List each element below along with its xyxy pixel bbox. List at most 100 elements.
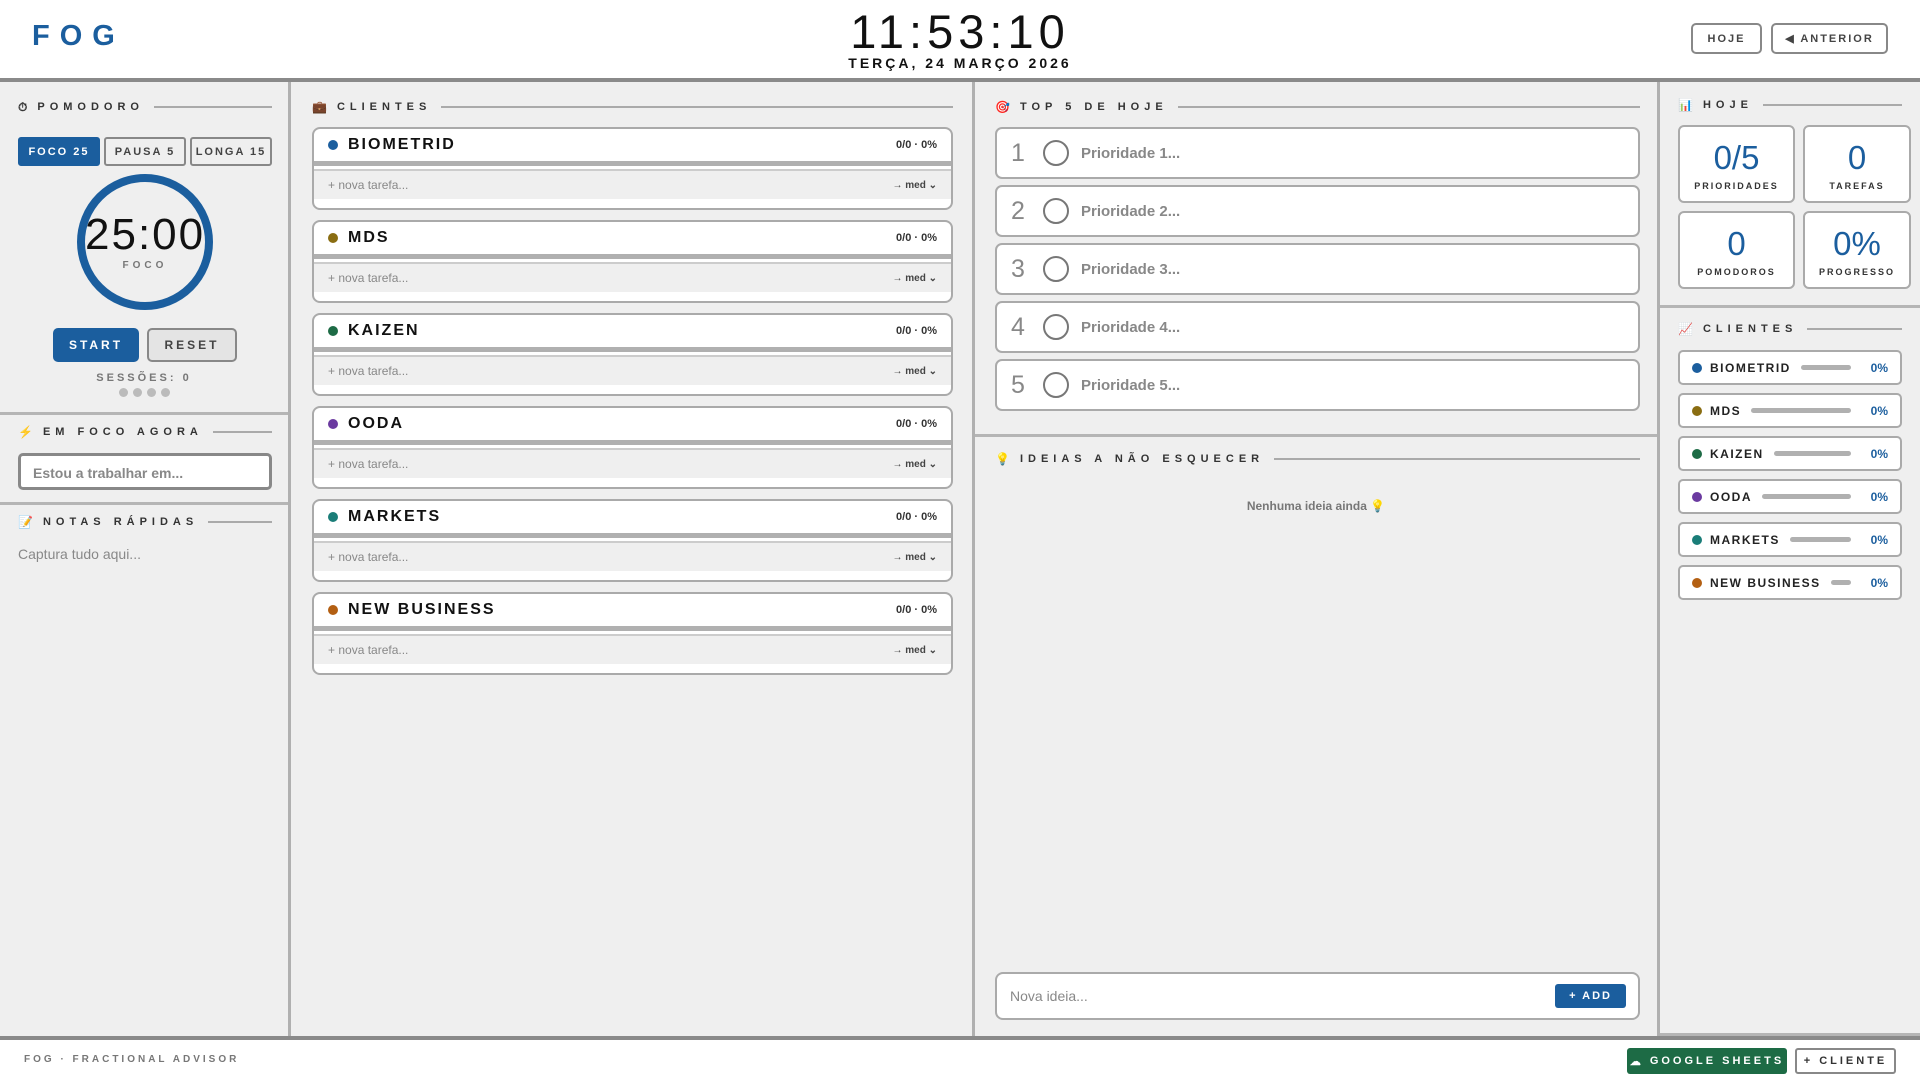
- new-task-input[interactable]: + nova tarefa...: [328, 178, 892, 192]
- stat-label: PROGRESSO: [1818, 267, 1895, 277]
- session-dot: [132, 388, 142, 397]
- client-percent: 0%: [1870, 403, 1888, 418]
- client-card: MARKETS 0/0 · 0% + nova tarefa... → med ⌄: [312, 499, 953, 582]
- memo-icon: 📝: [18, 515, 33, 529]
- priority-select[interactable]: → med ⌄: [892, 366, 937, 377]
- client-name: BIOMETRID: [1710, 360, 1791, 375]
- clients-title: CLIENTES: [336, 101, 432, 113]
- priority-checkbox[interactable]: [1043, 198, 1069, 224]
- notes-textarea[interactable]: Captura tudo aqui...: [18, 546, 272, 1026]
- focus-input[interactable]: Estou a trabalhar em...: [18, 453, 272, 490]
- client-progress-item: BIOMETRID 0%: [1678, 350, 1902, 385]
- client-progress-header: 📈 CLIENTES: [1678, 319, 1902, 339]
- priority-select[interactable]: → med ⌄: [892, 645, 937, 656]
- client-percent: 0%: [1870, 575, 1888, 590]
- tab-long-15[interactable]: LONGA 15: [190, 137, 272, 166]
- client-progress-item: NEW BUSINESS 0%: [1678, 565, 1902, 600]
- tab-focus-25[interactable]: FOCO 25: [18, 137, 100, 166]
- client-stats: 0/0 · 0%: [896, 418, 937, 430]
- priority-value: → med: [892, 365, 926, 377]
- priority-input[interactable]: Prioridade 3...: [1081, 261, 1180, 278]
- priority-input[interactable]: Prioridade 4...: [1081, 319, 1180, 336]
- priority-select[interactable]: → med ⌄: [892, 552, 937, 563]
- idea-input-row: Nova ideia... + ADD: [995, 972, 1640, 1020]
- client-color-dot: [1692, 448, 1702, 459]
- client-color-dot: [1692, 534, 1702, 545]
- start-button[interactable]: START: [53, 328, 139, 362]
- new-task-input[interactable]: + nova tarefa...: [328, 457, 892, 471]
- session-dot: [118, 388, 128, 397]
- priority-value: → med: [892, 458, 926, 470]
- stat-label: PRIORIDADES: [1694, 181, 1779, 191]
- today-title: HOJE: [1702, 99, 1753, 111]
- client-progress-item: MARKETS 0%: [1678, 522, 1902, 557]
- stat-tasks: 0 TAREFAS: [1803, 125, 1911, 203]
- session-dot: [160, 388, 170, 397]
- today-header: 📊 HOJE: [1678, 95, 1902, 115]
- reset-button[interactable]: RESET: [147, 328, 237, 362]
- idea-input[interactable]: Nova ideia...: [1010, 988, 1555, 1004]
- new-task-input[interactable]: + nova tarefa...: [328, 271, 892, 285]
- client-progress-bar: [1773, 451, 1851, 456]
- new-task-input[interactable]: + nova tarefa...: [328, 550, 892, 564]
- new-task-input[interactable]: + nova tarefa...: [328, 364, 892, 378]
- priority-number: 2: [1011, 196, 1025, 225]
- today-button[interactable]: HOJE: [1691, 23, 1762, 54]
- priority-value: → med: [892, 644, 926, 656]
- priority-select[interactable]: → med ⌄: [892, 180, 937, 191]
- priority-item: 4 Prioridade 4...: [995, 301, 1640, 353]
- priority-input[interactable]: Prioridade 5...: [1081, 377, 1180, 394]
- priority-item: 5 Prioridade 5...: [995, 359, 1640, 411]
- timer-mode: FOCO: [122, 260, 168, 271]
- client-progress-title: CLIENTES: [1702, 323, 1798, 335]
- client-progress-bar: [1830, 580, 1851, 585]
- client-stats: 0/0 · 0%: [896, 511, 937, 523]
- briefcase-icon: 💼: [312, 100, 327, 114]
- add-client-button[interactable]: + CLIENTE: [1795, 1048, 1896, 1074]
- google-sheets-button[interactable]: ☁ GOOGLE SHEETS: [1627, 1048, 1787, 1074]
- client-color-dot: [328, 419, 338, 429]
- client-name: MARKETS: [348, 508, 442, 525]
- bar-chart-icon: 📊: [1678, 98, 1693, 112]
- chevron-down-icon: ⌄: [928, 458, 937, 470]
- client-color-dot: [1692, 577, 1702, 588]
- new-task-input[interactable]: + nova tarefa...: [328, 643, 892, 657]
- client-percent: 0%: [1870, 360, 1888, 375]
- priority-item: 3 Prioridade 3...: [995, 243, 1640, 295]
- priority-select[interactable]: → med ⌄: [892, 459, 937, 470]
- stat-value: 0: [1727, 225, 1746, 262]
- priority-checkbox[interactable]: [1043, 140, 1069, 166]
- priority-select[interactable]: → med ⌄: [892, 273, 937, 284]
- client-color-dot: [328, 605, 338, 615]
- divider: [975, 434, 1657, 437]
- tab-break-5[interactable]: PAUSA 5: [104, 137, 186, 166]
- priority-value: → med: [892, 179, 926, 191]
- priority-checkbox[interactable]: [1043, 314, 1069, 340]
- priority-value: → med: [892, 272, 926, 284]
- client-color-dot: [328, 140, 338, 150]
- client-progress-bar: [1800, 365, 1851, 370]
- priority-input[interactable]: Prioridade 2...: [1081, 203, 1180, 220]
- client-name: OODA: [348, 415, 404, 432]
- priority-checkbox[interactable]: [1043, 256, 1069, 282]
- stat-priorities: 0/5 PRIORIDADES: [1678, 125, 1795, 203]
- focus-title: EM FOCO AGORA: [42, 426, 203, 438]
- summary-column: 📊 HOJE 0/5 PRIORIDADES 0 TAREFAS 0 POMODOROS…: [1660, 82, 1920, 1038]
- priority-input[interactable]: Prioridade 1...: [1081, 145, 1180, 162]
- client-color-dot: [328, 326, 338, 336]
- notes-header: 📝 NOTAS RÁPIDAS: [18, 512, 272, 532]
- timer-value: 25:00: [85, 210, 206, 259]
- top5-title: TOP 5 DE HOJE: [1019, 101, 1168, 113]
- priority-number: 4: [1011, 312, 1025, 341]
- priority-value: → med: [892, 551, 926, 563]
- chevron-down-icon: ⌄: [928, 365, 937, 377]
- target-icon: 🎯: [995, 100, 1010, 114]
- client-color-dot: [1692, 362, 1702, 373]
- previous-day-button[interactable]: ◀ ANTERIOR: [1771, 23, 1888, 54]
- pomodoro-timer: 25:00 FOCO: [77, 174, 213, 310]
- add-idea-button[interactable]: + ADD: [1555, 984, 1626, 1008]
- client-name: KAIZEN: [1710, 446, 1764, 461]
- client-name: MARKETS: [1710, 532, 1780, 547]
- priority-checkbox[interactable]: [1043, 372, 1069, 398]
- pomodoro-title: POMODORO: [37, 101, 144, 113]
